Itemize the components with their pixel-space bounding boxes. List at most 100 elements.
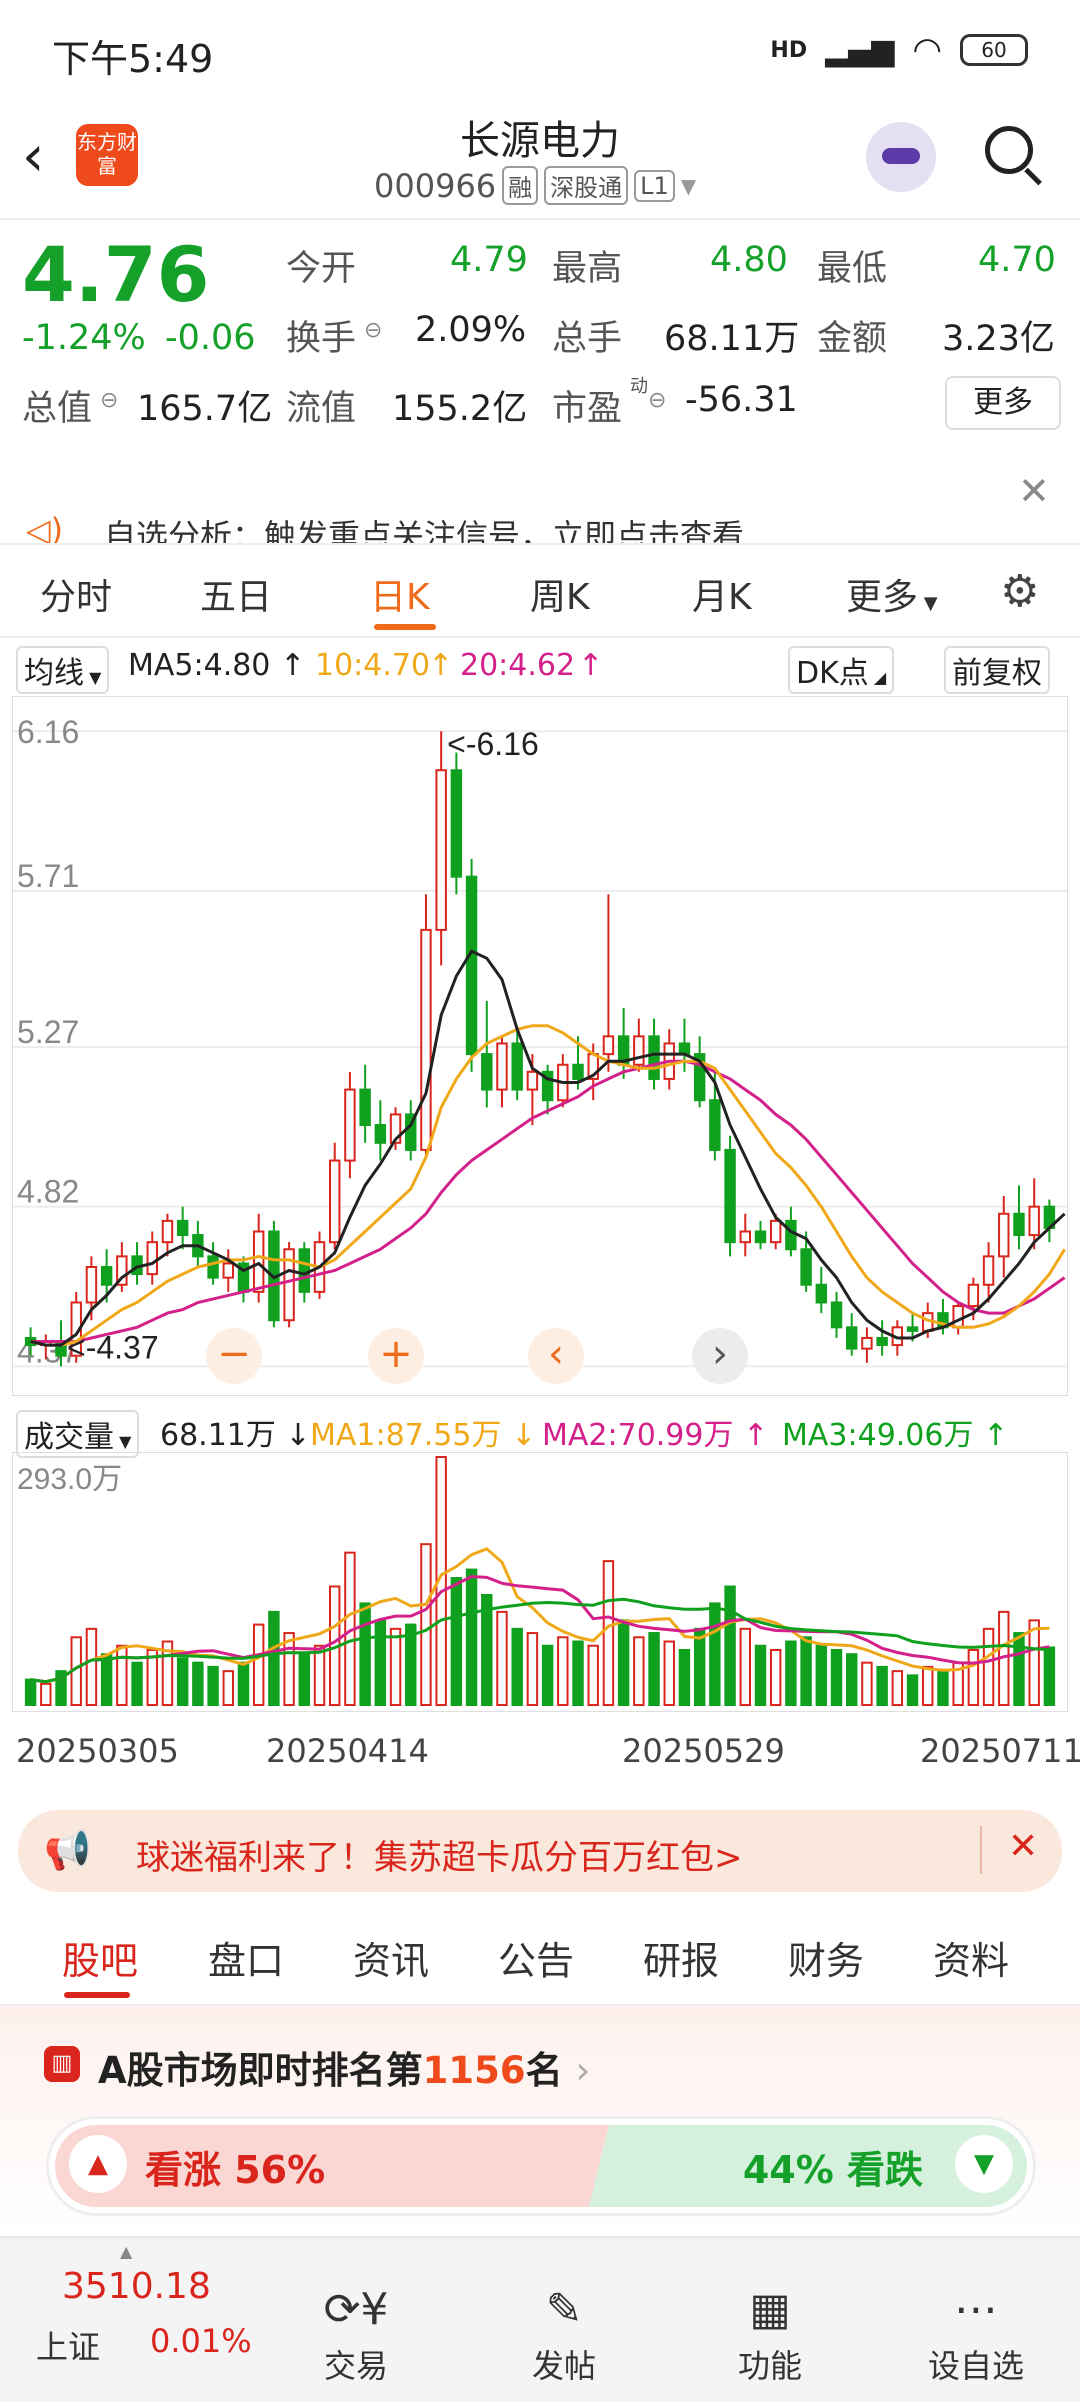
tab-financials[interactable]: 财务	[788, 1930, 864, 1985]
info-icon[interactable]: ⊖	[364, 318, 382, 343]
index-name[interactable]: 上证	[36, 2322, 100, 2368]
nav-functions[interactable]: ▦ 功能	[700, 2284, 840, 2387]
volume-bar	[85, 1627, 98, 1706]
scroll-left-button[interactable]: ‹	[528, 1328, 584, 1384]
volume-bar	[785, 1640, 797, 1706]
system-icons: HD ▂▄▆ ◠ 60	[770, 30, 1028, 70]
ma20-arrow: ↑	[578, 648, 604, 683]
volume-bar	[526, 1632, 539, 1706]
tag-margin: 融	[502, 166, 539, 205]
candle-body	[1013, 1212, 1025, 1237]
close-icon[interactable]: ✕	[1018, 469, 1050, 513]
rank-text[interactable]: A股市场即时排名第1156名 ›	[98, 2040, 590, 2094]
promo-banner[interactable]: 📢 球迷福利来了！集苏超卡瓜分百万红包> ✕	[18, 1810, 1062, 1892]
volume-bar	[24, 1678, 37, 1707]
volume-bar	[222, 1670, 234, 1706]
volume-bar	[648, 1632, 660, 1706]
more-button[interactable]: 更多	[945, 376, 1061, 430]
adjust-select[interactable]: 前复权	[944, 646, 1050, 694]
pe-label: 市盈	[552, 389, 623, 429]
zoom-in-button[interactable]: +	[368, 1328, 424, 1384]
status-bar: 下午5:49 HD ▂▄▆ ◠ 60	[0, 0, 1080, 100]
tab-news[interactable]: 资讯	[353, 1930, 429, 1985]
candle-body	[785, 1219, 797, 1251]
vol-ma1: MA1:87.55万 ↓	[310, 1418, 537, 1453]
scroll-right-button[interactable]: ›	[692, 1328, 748, 1384]
tab-announcements[interactable]: 公告	[498, 1930, 574, 1985]
gear-icon[interactable]: ⚙	[1000, 566, 1039, 617]
candle-body	[998, 1212, 1010, 1258]
nav-post[interactable]: ✎ 发帖	[494, 2284, 634, 2387]
kline-chart[interactable]: 6.16 5.71 5.27 4.82 4.37 <-6.16 <-4.37	[12, 696, 1068, 1396]
tab-five-day[interactable]: 五日	[200, 568, 272, 620]
bottom-nav: ▲ 3510.18 上证 0.01% ⟳¥ 交易 ✎ 发帖 ▦ 功能 ⋯ 设自选	[0, 2236, 1080, 2402]
candle-body	[511, 1042, 523, 1091]
tab-order-book[interactable]: 盘口	[208, 1930, 284, 1985]
float-value: 155.2亿	[392, 389, 528, 429]
candle-body	[481, 1053, 493, 1091]
candle-body	[526, 1070, 539, 1091]
low-label: 最低	[817, 249, 888, 289]
vote-up-button[interactable]: ▲	[69, 2135, 127, 2193]
tab-intraday[interactable]: 分时	[40, 568, 112, 620]
wifi-icon: ◠	[912, 30, 942, 70]
pe-sup: 动	[630, 376, 648, 397]
candle-body	[298, 1248, 311, 1293]
tab-daily-k[interactable]: 日K	[370, 568, 430, 620]
candle-body	[876, 1336, 888, 1347]
volume-bar	[861, 1661, 873, 1707]
chevron-down-icon[interactable]: ▼	[681, 174, 696, 198]
stock-code-row: 000966 融 深股通 L1 ▼	[374, 166, 696, 205]
info-tabs: 股吧 盘口 资讯 公告 研报 财务 资料	[0, 1912, 1080, 2006]
period-tabs: 分时 五日 日K 周K 月K 更多 ▼ ⚙	[0, 548, 1080, 638]
notice-bar[interactable]: ◁) 自选分析：触发重点关注信号，立即点击查看 ✕	[0, 455, 1080, 545]
tag-level[interactable]: L1	[634, 169, 675, 202]
volume-bar	[176, 1657, 189, 1706]
tab-weekly-k[interactable]: 周K	[530, 568, 590, 620]
ma-select[interactable]: 均线 ▼	[16, 646, 110, 694]
volume-bar	[830, 1648, 843, 1707]
info-icon[interactable]: ⊖	[648, 388, 666, 413]
zoom-out-button[interactable]: −	[206, 1328, 262, 1384]
volume-chart[interactable]: 293.0万	[12, 1452, 1068, 1712]
tab-guba[interactable]: 股吧	[62, 1930, 138, 1985]
volume-bar	[268, 1610, 280, 1706]
amount-value: 3.23亿	[942, 319, 1055, 359]
tab-research[interactable]: 研报	[643, 1930, 719, 1985]
volume-select[interactable]: 成交量 ▼	[16, 1410, 140, 1458]
volume-bar	[800, 1636, 812, 1706]
volume-bar	[1013, 1632, 1025, 1706]
index-value[interactable]: 3510.18	[62, 2266, 211, 2307]
tab-more[interactable]: 更多 ▼	[846, 568, 938, 620]
volume-bar	[572, 1640, 584, 1706]
max-price-label: <-6.16	[447, 726, 539, 762]
volume-bar	[724, 1585, 736, 1706]
volume-bar	[237, 1661, 250, 1707]
vote-down-button[interactable]: ▼	[955, 2135, 1013, 2193]
open-label: 今开	[286, 249, 357, 289]
active-tab-indicator	[64, 1992, 130, 1998]
tab-profile[interactable]: 资料	[933, 1930, 1009, 1985]
candle-body	[982, 1255, 995, 1286]
y-tick-label: 5.71	[17, 858, 79, 894]
volume-bar	[116, 1644, 128, 1706]
volume-bar	[633, 1636, 645, 1706]
candle-body	[709, 1099, 721, 1151]
tab-monthly-k[interactable]: 月K	[692, 568, 752, 620]
stock-code: 000966	[374, 166, 497, 205]
candle-body	[344, 1088, 356, 1162]
candle-body	[861, 1336, 873, 1350]
volume-today: 68.11万 ↓	[160, 1418, 311, 1453]
close-icon[interactable]: ✕	[1008, 1826, 1038, 1867]
min-price-label: <-4.37	[67, 1329, 159, 1365]
dk-select[interactable]: DK点 ◢	[788, 646, 895, 694]
nav-add-watchlist[interactable]: ⋯ 设自选	[906, 2284, 1046, 2387]
candle-body	[222, 1262, 234, 1279]
candle-body	[633, 1035, 645, 1066]
volume-bar	[709, 1602, 721, 1707]
index-change[interactable]: 0.01%	[150, 2322, 252, 2360]
nav-trade[interactable]: ⟳¥ 交易	[286, 2284, 426, 2387]
volume-bar	[557, 1636, 569, 1706]
info-icon[interactable]: ⊖	[100, 388, 118, 413]
y-tick-label: 6.16	[17, 714, 79, 750]
